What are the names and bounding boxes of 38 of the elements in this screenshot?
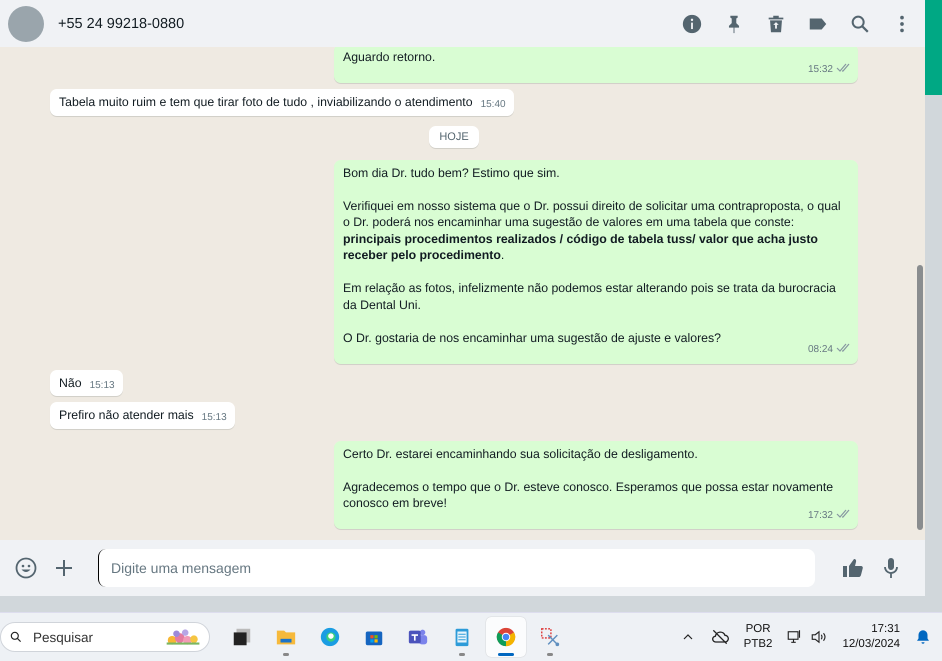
bell-icon[interactable] <box>914 628 932 646</box>
taskbar-search[interactable]: Pesquisar <box>0 622 210 652</box>
double-check-icon <box>836 508 850 518</box>
thumbs-up-icon[interactable] <box>841 556 865 580</box>
clock[interactable]: 17:31 12/03/2024 <box>842 622 900 652</box>
message-text: Não <box>59 374 82 391</box>
scrollbar-thumb[interactable] <box>917 265 923 530</box>
browser-icon[interactable] <box>319 626 341 648</box>
search-icon[interactable] <box>849 12 871 34</box>
message-input[interactable]: Digite uma mensagem <box>98 549 815 587</box>
message-time: 15:40 <box>480 98 506 112</box>
message-time: 15:13 <box>90 378 115 392</box>
message-text: Aguardo retorno. <box>343 49 436 66</box>
chrome-icon[interactable] <box>495 626 517 648</box>
cloud-off-icon[interactable] <box>710 627 730 647</box>
speaker-icon[interactable] <box>810 628 828 646</box>
info-icon[interactable] <box>681 12 703 34</box>
message-text: Agradecemos o tempo que o Dr. esteve conosco. Esperamos que possa estar novamente conosco em breve! <box>343 478 834 511</box>
double-check-icon <box>836 62 850 72</box>
date-divider: HOJE <box>429 126 479 148</box>
message-text: Tabela muito ruim e tem que tirar foto de tudo , inviabilizando o atendimento <box>59 94 473 110</box>
double-check-icon <box>836 342 850 352</box>
scissors-icon[interactable] <box>539 626 561 648</box>
message-text: Em relação as fotos, infelizmente não podemos estar alterando pois se trata da burocracia da Dental Uni. <box>343 280 837 313</box>
message-time: 17:32 <box>808 508 833 522</box>
message-time: 08:24 <box>808 343 833 357</box>
message-time: 15:32 <box>808 62 833 76</box>
task-view-icon[interactable] <box>231 626 253 648</box>
message-text: Certo Dr. estarei encaminhando sua solicitação de desligamento. <box>343 446 699 462</box>
message-text: Prefiro não atender mais <box>59 407 194 424</box>
message-text: O Dr. gostaria de nos encaminhar uma sugestão de ajuste e valores? <box>343 330 722 346</box>
message-text: Bom dia Dr. tudo bem? Estimo que sim. <box>343 164 561 181</box>
input-language[interactable]: POR PTB2 <box>744 622 772 652</box>
message-text: Verifiquei em nosso sistema que o Dr. possui direito de solicitar uma contraproposta, o qual o Dr. poderá nos encaminhar uma sugestão de valores em uma tabela que conste: principais procedimentos realizados / código de tabela tuss/ valor que acha justo receber pelo procedimento. <box>343 198 842 264</box>
taskbar-search-field[interactable]: Pesquisar <box>30 628 155 646</box>
emoji-icon[interactable] <box>14 556 38 580</box>
message-time: 15:13 <box>202 411 227 425</box>
search-icon <box>9 629 23 645</box>
